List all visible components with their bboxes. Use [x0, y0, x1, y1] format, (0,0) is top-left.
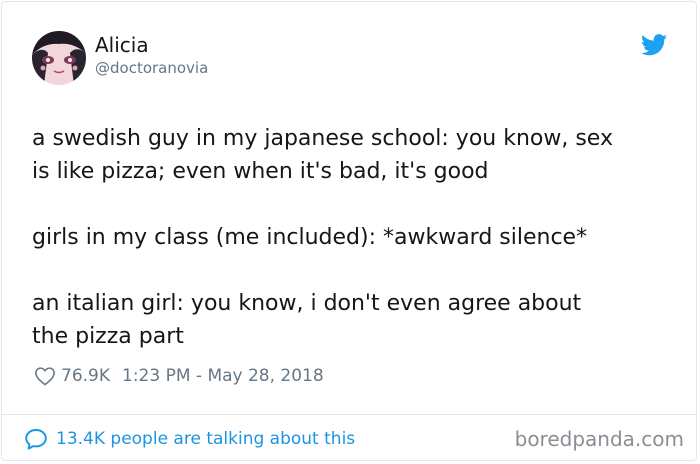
- watermark: boredpanda.com: [514, 427, 684, 451]
- tweet-line: is like pizza; even when it's bad, it's …: [32, 159, 489, 184]
- speech-bubble-icon: [24, 428, 56, 451]
- tweet-line: a swedish guy in my japanese school: you…: [32, 126, 613, 151]
- tweet-line: the pizza part: [32, 324, 184, 349]
- tweet-text: a swedish guy in my japanese school: you…: [32, 122, 682, 353]
- avatar[interactable]: [32, 31, 86, 85]
- tweet-line: girls in my class (me included): *awkwar…: [32, 225, 588, 250]
- author-name[interactable]: Alicia: [95, 33, 149, 57]
- conversation-link[interactable]: 13.4K people are talking about this: [24, 426, 355, 452]
- like-count[interactable]: 76.9K: [61, 366, 110, 386]
- conversation-label[interactable]: 13.4K people are talking about this: [56, 429, 355, 449]
- divider: [1, 414, 697, 415]
- heart-icon[interactable]: [34, 366, 56, 386]
- twitter-bird-icon[interactable]: [641, 34, 667, 56]
- tweet-line: an italian girl: you know, i don't even …: [32, 291, 582, 316]
- timestamp[interactable]: 1:23 PM - May 28, 2018: [122, 366, 324, 386]
- tweet-meta: 76.9K 1:23 PM - May 28, 2018: [34, 363, 324, 389]
- author-handle[interactable]: @doctoranovia: [95, 59, 208, 77]
